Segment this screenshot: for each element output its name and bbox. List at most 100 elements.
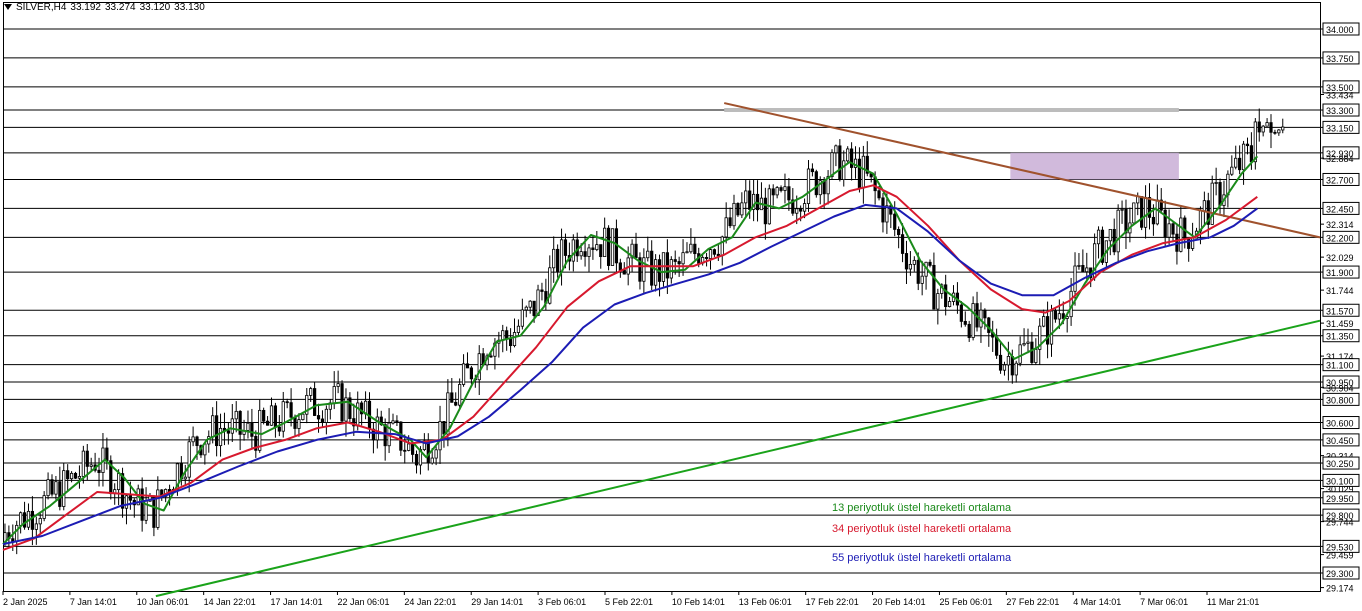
candle-body — [250, 422, 254, 437]
candle-body — [54, 481, 58, 495]
candle-body — [712, 249, 717, 255]
x-tick-label: 17 Feb 22:01 — [806, 597, 859, 607]
candle-body — [501, 330, 505, 341]
candle-body — [34, 523, 38, 530]
candle-body — [908, 263, 912, 270]
candle-body — [77, 476, 82, 479]
candle-body — [920, 275, 924, 284]
y-tick-label: 33.434 — [1326, 91, 1354, 101]
candle-body — [795, 208, 799, 214]
x-tick-label: 10 Jan 06:01 — [137, 597, 189, 607]
x-tick-label: 29 Jan 14:01 — [471, 597, 523, 607]
x-tick-label: 7 Jan 14:01 — [70, 597, 117, 607]
candle-body — [1151, 216, 1156, 225]
candle-body — [1045, 316, 1050, 345]
candle-body — [689, 243, 693, 253]
candle-body — [309, 388, 313, 396]
candle-body — [622, 269, 626, 275]
x-tick-label: 13 Feb 06:01 — [739, 597, 792, 607]
candle-body — [195, 436, 199, 446]
candle-body — [58, 481, 62, 507]
candle-body — [857, 158, 862, 189]
candle-body — [454, 401, 458, 406]
candle-body — [944, 284, 948, 308]
candle-body — [571, 239, 575, 262]
y-tick-label: 34.000 — [1326, 25, 1354, 35]
candle-body — [806, 168, 811, 204]
candle-body — [591, 247, 595, 251]
candle-body — [391, 420, 395, 424]
candle-body — [693, 243, 697, 255]
candle-body — [1022, 343, 1026, 346]
candle-body — [610, 228, 615, 266]
candle-body — [1234, 157, 1238, 168]
candle-body — [465, 363, 470, 369]
candle-body — [1132, 202, 1136, 224]
candle-body — [234, 410, 238, 420]
candle-body — [320, 418, 325, 423]
candle-body — [967, 323, 971, 338]
chart-header: SILVER,H4 33.192 33.274 33.120 33.130 — [4, 2, 209, 13]
y-tick-label: 33.750 — [1326, 54, 1354, 64]
candle-body — [1257, 121, 1261, 133]
candle-body — [963, 320, 967, 325]
candle-body — [1238, 157, 1242, 171]
candle-body — [128, 495, 132, 501]
candle-body — [73, 472, 78, 479]
chart-canvas[interactable]: 34.00033.75033.50033.43433.30033.15032.9… — [0, 0, 1362, 611]
candle-body — [69, 472, 74, 480]
candle-body — [787, 186, 791, 201]
candle-body — [1155, 199, 1159, 225]
candle-body — [430, 457, 434, 464]
candle-body — [1006, 355, 1010, 366]
candle-body — [810, 168, 815, 173]
candle-body — [579, 251, 583, 257]
candle-body — [904, 253, 909, 270]
y-tick-label: 31.459 — [1326, 319, 1354, 329]
y-tick-label: 30.450 — [1326, 436, 1354, 446]
candle-body — [62, 470, 66, 507]
candle-body — [900, 234, 905, 254]
x-tick-label: 17 Jan 14:01 — [271, 597, 323, 607]
y-tick-label: 29.174 — [1326, 584, 1354, 594]
x-tick-label: 27 Feb 22:01 — [1006, 597, 1059, 607]
candle-body — [140, 488, 144, 521]
x-tick-label: 10 Feb 14:01 — [672, 597, 725, 607]
candle-body — [1108, 228, 1112, 242]
candle-body — [1057, 313, 1061, 320]
y-tick-label: 31.350 — [1326, 332, 1354, 342]
candle-body — [105, 447, 109, 462]
candle-body — [783, 186, 787, 191]
candle-body — [1085, 267, 1089, 273]
candle-body — [426, 440, 430, 464]
candle-body — [1018, 344, 1022, 364]
candle-body — [1265, 122, 1269, 127]
y-tick-label: 32.884 — [1326, 154, 1354, 164]
price-chart[interactable]: 34.000 33.750 33.500 33.434 33.300 33.150 32.9… — [0, 0, 1362, 611]
candle-body — [728, 217, 732, 227]
candle-body — [587, 247, 591, 257]
candle-body — [120, 473, 125, 509]
candle-body — [677, 261, 681, 265]
candle-body — [724, 217, 728, 238]
candle-body — [269, 405, 274, 426]
symbol-label: SILVER,H4 — [16, 2, 67, 13]
candle-body — [505, 330, 509, 339]
candle-body — [218, 427, 223, 447]
candle-body — [1253, 121, 1257, 163]
dropdown-arrow-icon[interactable] — [4, 4, 12, 11]
candle-body — [802, 203, 807, 212]
candle-body — [959, 304, 963, 322]
candle-body — [183, 476, 187, 480]
candle-body — [881, 197, 885, 223]
candle-body — [595, 244, 599, 251]
candle-body — [618, 262, 622, 271]
x-tick-label: 3 Feb 06:01 — [538, 597, 586, 607]
candle-body — [1026, 341, 1030, 344]
candle-body — [1143, 197, 1148, 228]
candle-body — [89, 464, 93, 467]
candle-body — [411, 443, 415, 455]
x-tick-label: 4 Mar 14:01 — [1073, 597, 1121, 607]
candle-body — [1053, 310, 1058, 320]
candle-body — [1171, 223, 1175, 235]
